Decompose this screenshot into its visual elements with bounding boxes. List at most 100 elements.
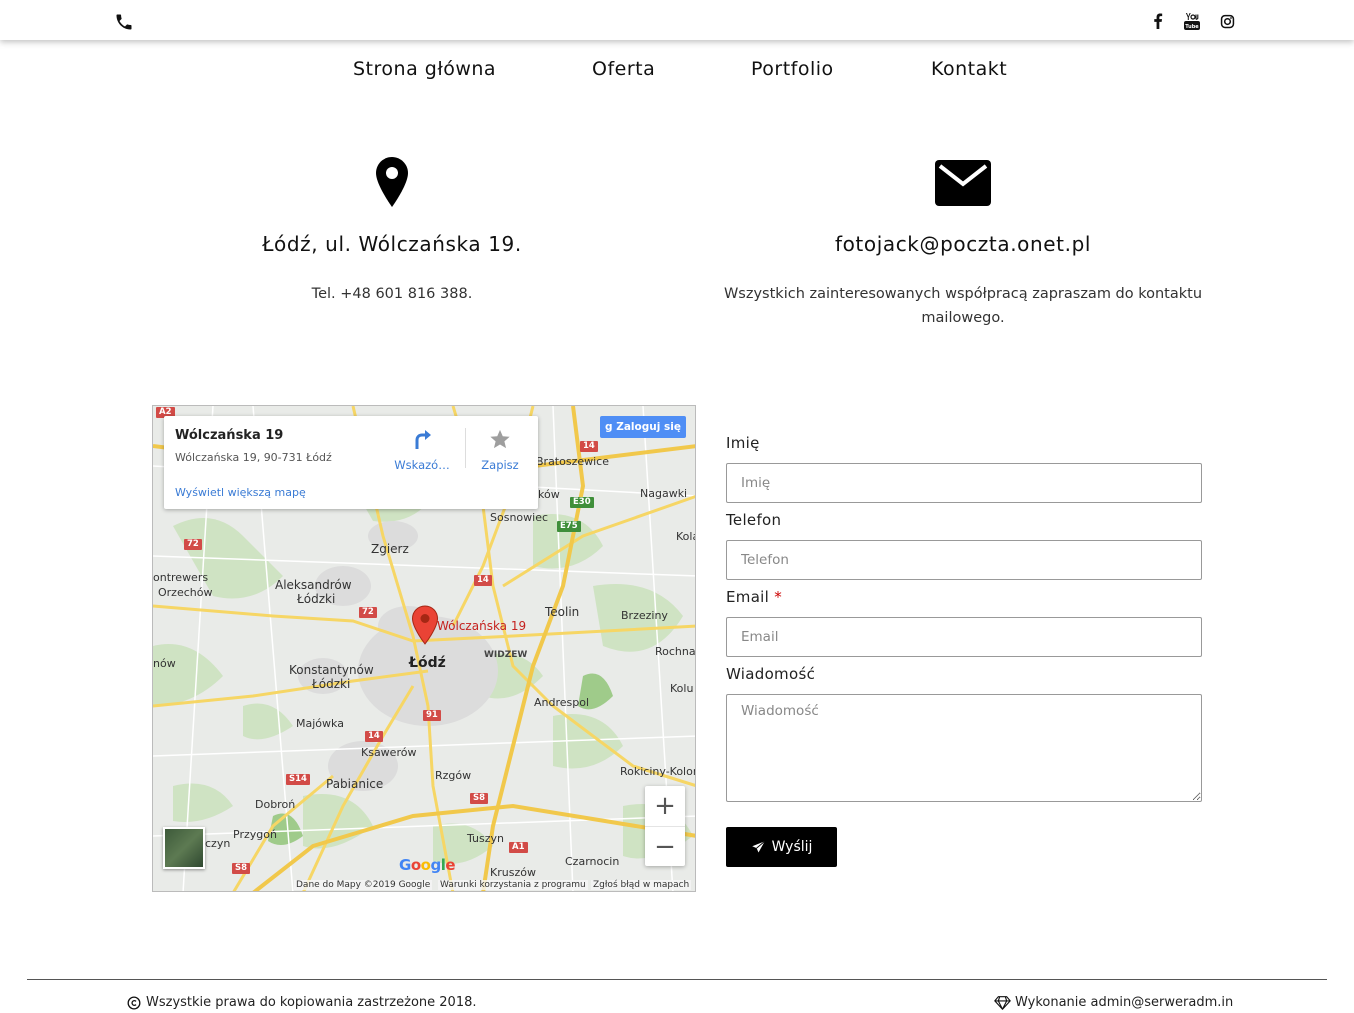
map-attribution: Dane do Mapy ©2019 Google Warunki korzys… — [153, 878, 695, 891]
top-bar: Tube — [0, 0, 1354, 40]
phone-label: Telefon — [726, 511, 782, 529]
map-place-label: Teolin — [545, 605, 580, 619]
map-marker-icon[interactable] — [411, 605, 439, 645]
signin-button[interactable]: g Zaloguj się — [600, 416, 686, 438]
facebook-icon[interactable] — [1149, 12, 1167, 30]
phone-input[interactable] — [726, 540, 1202, 580]
road-shield: S8 — [232, 863, 251, 874]
road-shield: 72 — [184, 539, 202, 550]
nav-item-contact[interactable]: Kontakt — [931, 58, 1007, 80]
footer-credit: Wykonanie admin@serweradm.in — [994, 995, 1233, 1010]
road-shield: S8 — [470, 793, 489, 804]
map-report-link[interactable]: Zgłoś błąd w mapach — [591, 880, 692, 890]
address-block: Łódź, ul. Wólczańska 19. Tel. +48 601 81… — [242, 156, 542, 306]
map-place-label: Ksawerów — [361, 746, 417, 759]
map-place-label: Konstantynów — [289, 663, 374, 677]
instagram-icon[interactable] — [1218, 12, 1236, 30]
nav-item-offer[interactable]: Oferta — [592, 58, 655, 80]
google-map[interactable]: Zgierz Aleksandrów Łódzki Konstantynów Ł… — [152, 405, 696, 892]
map-place-label: czyn — [205, 837, 231, 850]
directions-button[interactable]: Wskazó… — [392, 428, 452, 472]
map-place-label: ontrewers — [153, 571, 209, 584]
road-shield: S14 — [286, 774, 310, 785]
map-place-label: Dobroń — [255, 798, 296, 811]
send-label: Wyślij — [771, 839, 813, 855]
road-shield: A1 — [509, 842, 528, 853]
save-button[interactable]: Zapisz — [480, 428, 520, 472]
footer-copyright: Wszystkie prawa do kopiowania zastrzeżon… — [127, 995, 477, 1010]
map-place-label: Kolu — [670, 682, 694, 695]
google-logo: Google — [399, 856, 456, 874]
map-card-title: Wólczańska 19 — [175, 428, 284, 443]
name-input[interactable] — [726, 463, 1202, 503]
map-card-address: Wólczańska 19, 90-731 Łódź — [175, 451, 332, 464]
map-terms-link[interactable]: Warunki korzystania z programu — [438, 880, 588, 890]
map-place-label: Rzgów — [435, 769, 472, 782]
message-label: Wiadomość — [726, 665, 816, 683]
main-nav: Strona główna Oferta Portfolio Kontakt — [0, 58, 1354, 86]
directions-label: Wskazó… — [394, 458, 450, 472]
zoom-control: + − — [645, 786, 685, 866]
map-place-label: Rochna — [655, 645, 696, 658]
map-data-credit: Dane do Mapy ©2019 Google — [294, 880, 433, 890]
diamond-icon — [994, 995, 1011, 1010]
map-place-label: Sosnowiec — [490, 511, 549, 524]
copyright-icon — [127, 996, 141, 1009]
zoom-in-button[interactable]: + — [645, 786, 685, 826]
star-icon — [490, 429, 510, 449]
email-block: fotojack@poczta.onet.pl Wszystkich zaint… — [700, 156, 1226, 330]
map-place-label: Brzeziny — [621, 609, 668, 622]
satellite-toggle[interactable] — [163, 827, 205, 869]
road-shield: 72 — [359, 607, 377, 618]
phone-icon[interactable] — [114, 12, 134, 32]
email-input[interactable] — [726, 617, 1202, 657]
email-note: Wszystkich zainteresowanych współpracą z… — [723, 286, 1203, 326]
road-shield: 14 — [365, 731, 383, 742]
map-place-label: Rokiciny-Kolon — [620, 765, 696, 778]
map-place-label: Majówka — [296, 717, 344, 730]
map-marker-label: Wólczańska 19 — [437, 619, 527, 633]
address-text: Łódź, ul. Wólczańska 19. — [262, 232, 522, 256]
email-label: Email * — [726, 588, 783, 606]
svg-text:Tube: Tube — [1185, 24, 1199, 30]
road-shield: 91 — [423, 710, 441, 721]
map-place-label: WIDZEW — [484, 650, 528, 660]
map-place-label: Łódzki — [312, 677, 351, 691]
footer-divider — [27, 979, 1327, 980]
map-place-label: nów — [153, 657, 176, 670]
map-place-label: Andrespol — [534, 696, 590, 709]
map-place-label: Orzechów — [158, 586, 213, 599]
map-info-card: Wólczańska 19 Wólczańska 19, 90-731 Łódź… — [164, 416, 538, 509]
road-shield: E75 — [557, 521, 581, 532]
map-pin-icon — [376, 157, 408, 207]
signin-label: Zaloguj się — [616, 421, 681, 433]
map-place-label: Kola — [676, 530, 695, 543]
larger-map-link[interactable]: Wyświetl większą mapę — [175, 486, 306, 499]
nav-item-portfolio[interactable]: Portfolio — [751, 58, 834, 80]
paper-plane-icon — [751, 840, 765, 852]
message-textarea[interactable] — [726, 694, 1202, 802]
email-text[interactable]: fotojack@poczta.onet.pl — [700, 232, 1226, 256]
youtube-icon[interactable]: Tube — [1183, 12, 1201, 30]
phone-text: Tel. +48 601 816 388. — [311, 286, 473, 302]
send-button[interactable]: Wyślij — [726, 827, 837, 867]
copyright-text: Wszystkie prawa do kopiowania zastrzeżon… — [146, 995, 477, 1010]
name-label: Imię — [726, 434, 760, 452]
directions-icon — [415, 430, 431, 449]
map-place-label: Tuszyn — [467, 832, 505, 845]
map-place-label: Pabianice — [326, 777, 384, 791]
required-marker: * — [774, 588, 783, 606]
road-shield: 14 — [474, 575, 492, 586]
map-place-label: Nagawki — [640, 487, 688, 500]
credit-text[interactable]: Wykonanie admin@serweradm.in — [1015, 995, 1233, 1010]
google-g-icon: g — [605, 421, 617, 433]
card-divider — [465, 428, 466, 468]
nav-item-home[interactable]: Strona główna — [353, 58, 496, 80]
map-place-label: Aleksandrów — [275, 578, 352, 592]
save-label: Zapisz — [481, 458, 519, 472]
contact-form: Imię Telefon Email * Wiadomość — [726, 430, 1202, 802]
map-place-label: Łódzki — [297, 592, 336, 606]
road-shield: E30 — [570, 497, 594, 508]
map-place-label: Łódź — [409, 655, 446, 671]
zoom-out-button[interactable]: − — [645, 826, 685, 866]
